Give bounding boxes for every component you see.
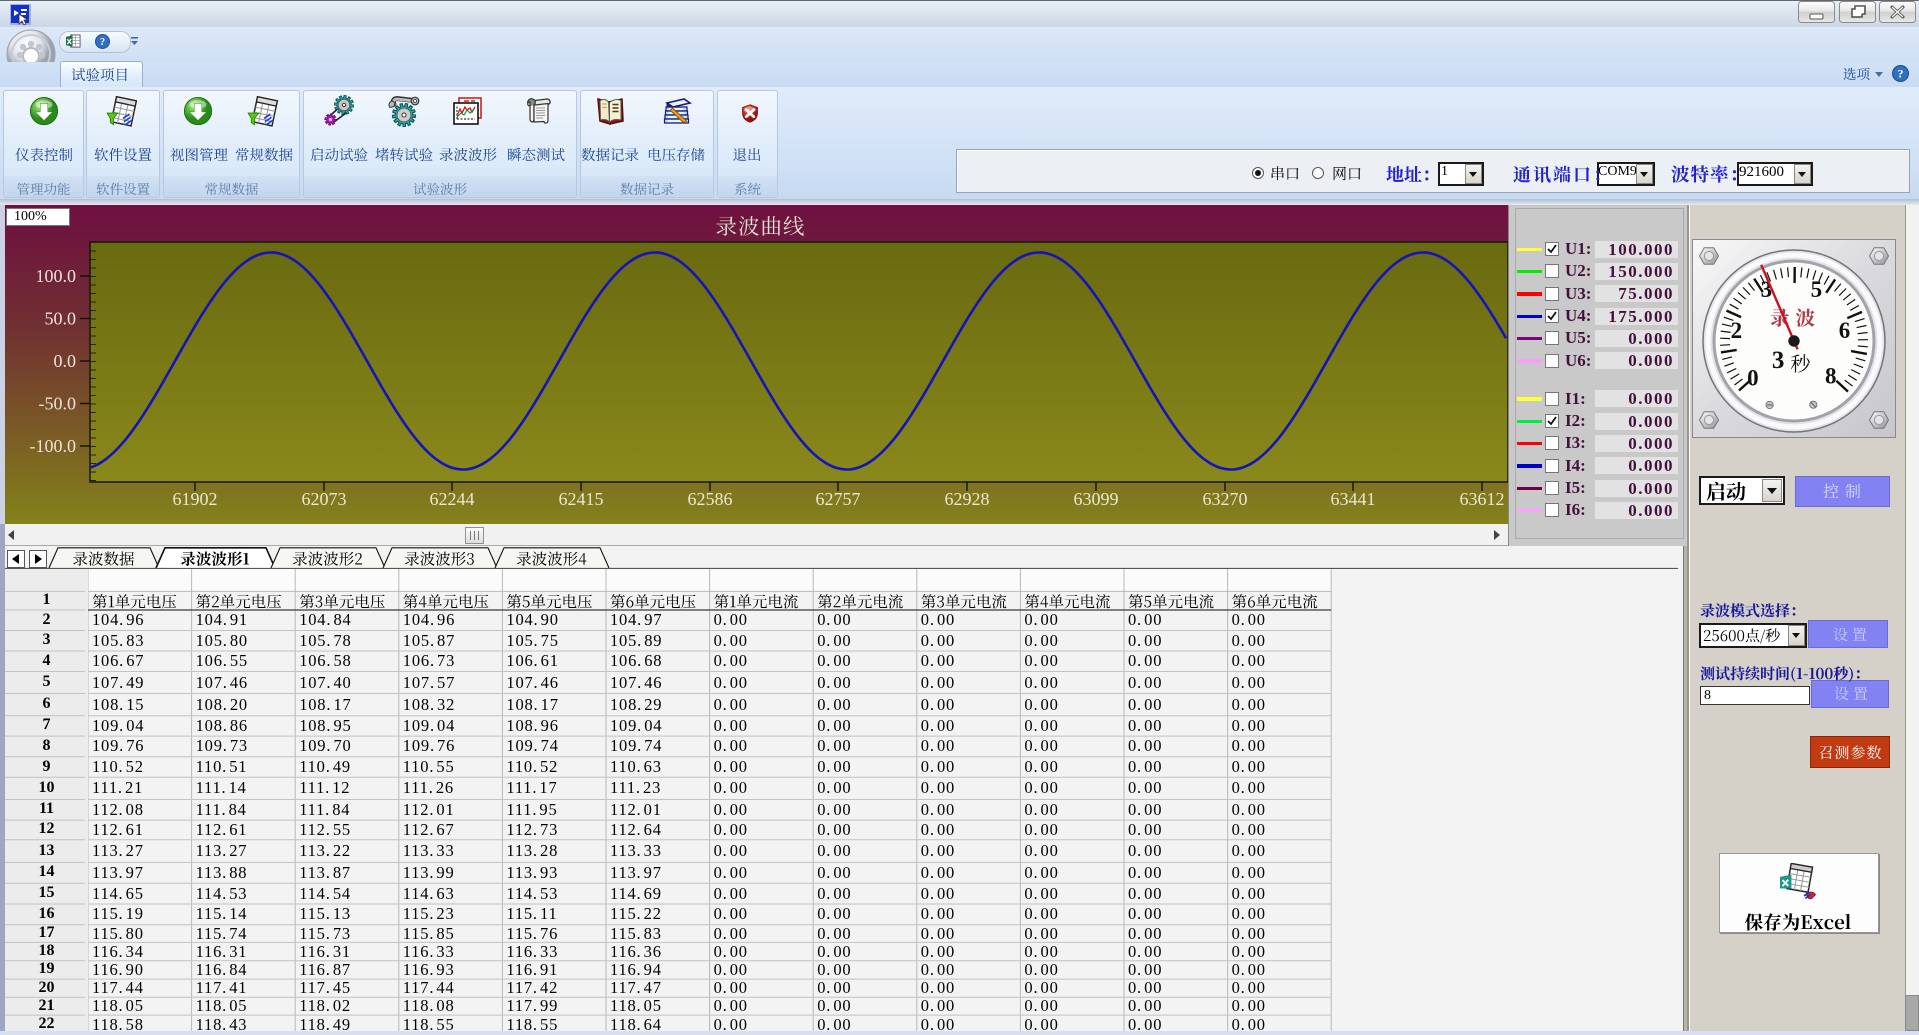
svg-text:-50.0: -50.0 xyxy=(39,394,77,414)
svg-text:?: ? xyxy=(1898,66,1904,80)
svg-text:62073: 62073 xyxy=(302,489,347,509)
svg-text:-100.0: -100.0 xyxy=(30,436,77,456)
svg-text:3: 3 xyxy=(1772,347,1785,374)
svg-text:63441: 63441 xyxy=(1331,489,1376,509)
svg-text:8: 8 xyxy=(1825,364,1837,389)
svg-text:63270: 63270 xyxy=(1203,489,1248,509)
svg-text:0: 0 xyxy=(1747,366,1759,391)
svg-text:63099: 63099 xyxy=(1074,489,1119,509)
svg-text:62757: 62757 xyxy=(816,489,861,509)
svg-text:0.0: 0.0 xyxy=(54,351,77,371)
svg-text:?: ? xyxy=(100,37,105,48)
svg-text:6: 6 xyxy=(1839,318,1851,343)
svg-text:61902: 61902 xyxy=(173,489,218,509)
svg-text:50.0: 50.0 xyxy=(45,309,77,329)
svg-text:63612: 63612 xyxy=(1460,489,1505,509)
svg-text:100.0: 100.0 xyxy=(36,266,77,286)
svg-text:3: 3 xyxy=(1761,277,1773,302)
svg-text:62928: 62928 xyxy=(945,489,990,509)
svg-text:62586: 62586 xyxy=(688,489,733,509)
svg-text:5: 5 xyxy=(1811,277,1823,302)
svg-text:2: 2 xyxy=(1731,318,1743,343)
svg-text:62415: 62415 xyxy=(559,489,604,509)
svg-text:62244: 62244 xyxy=(430,489,475,509)
